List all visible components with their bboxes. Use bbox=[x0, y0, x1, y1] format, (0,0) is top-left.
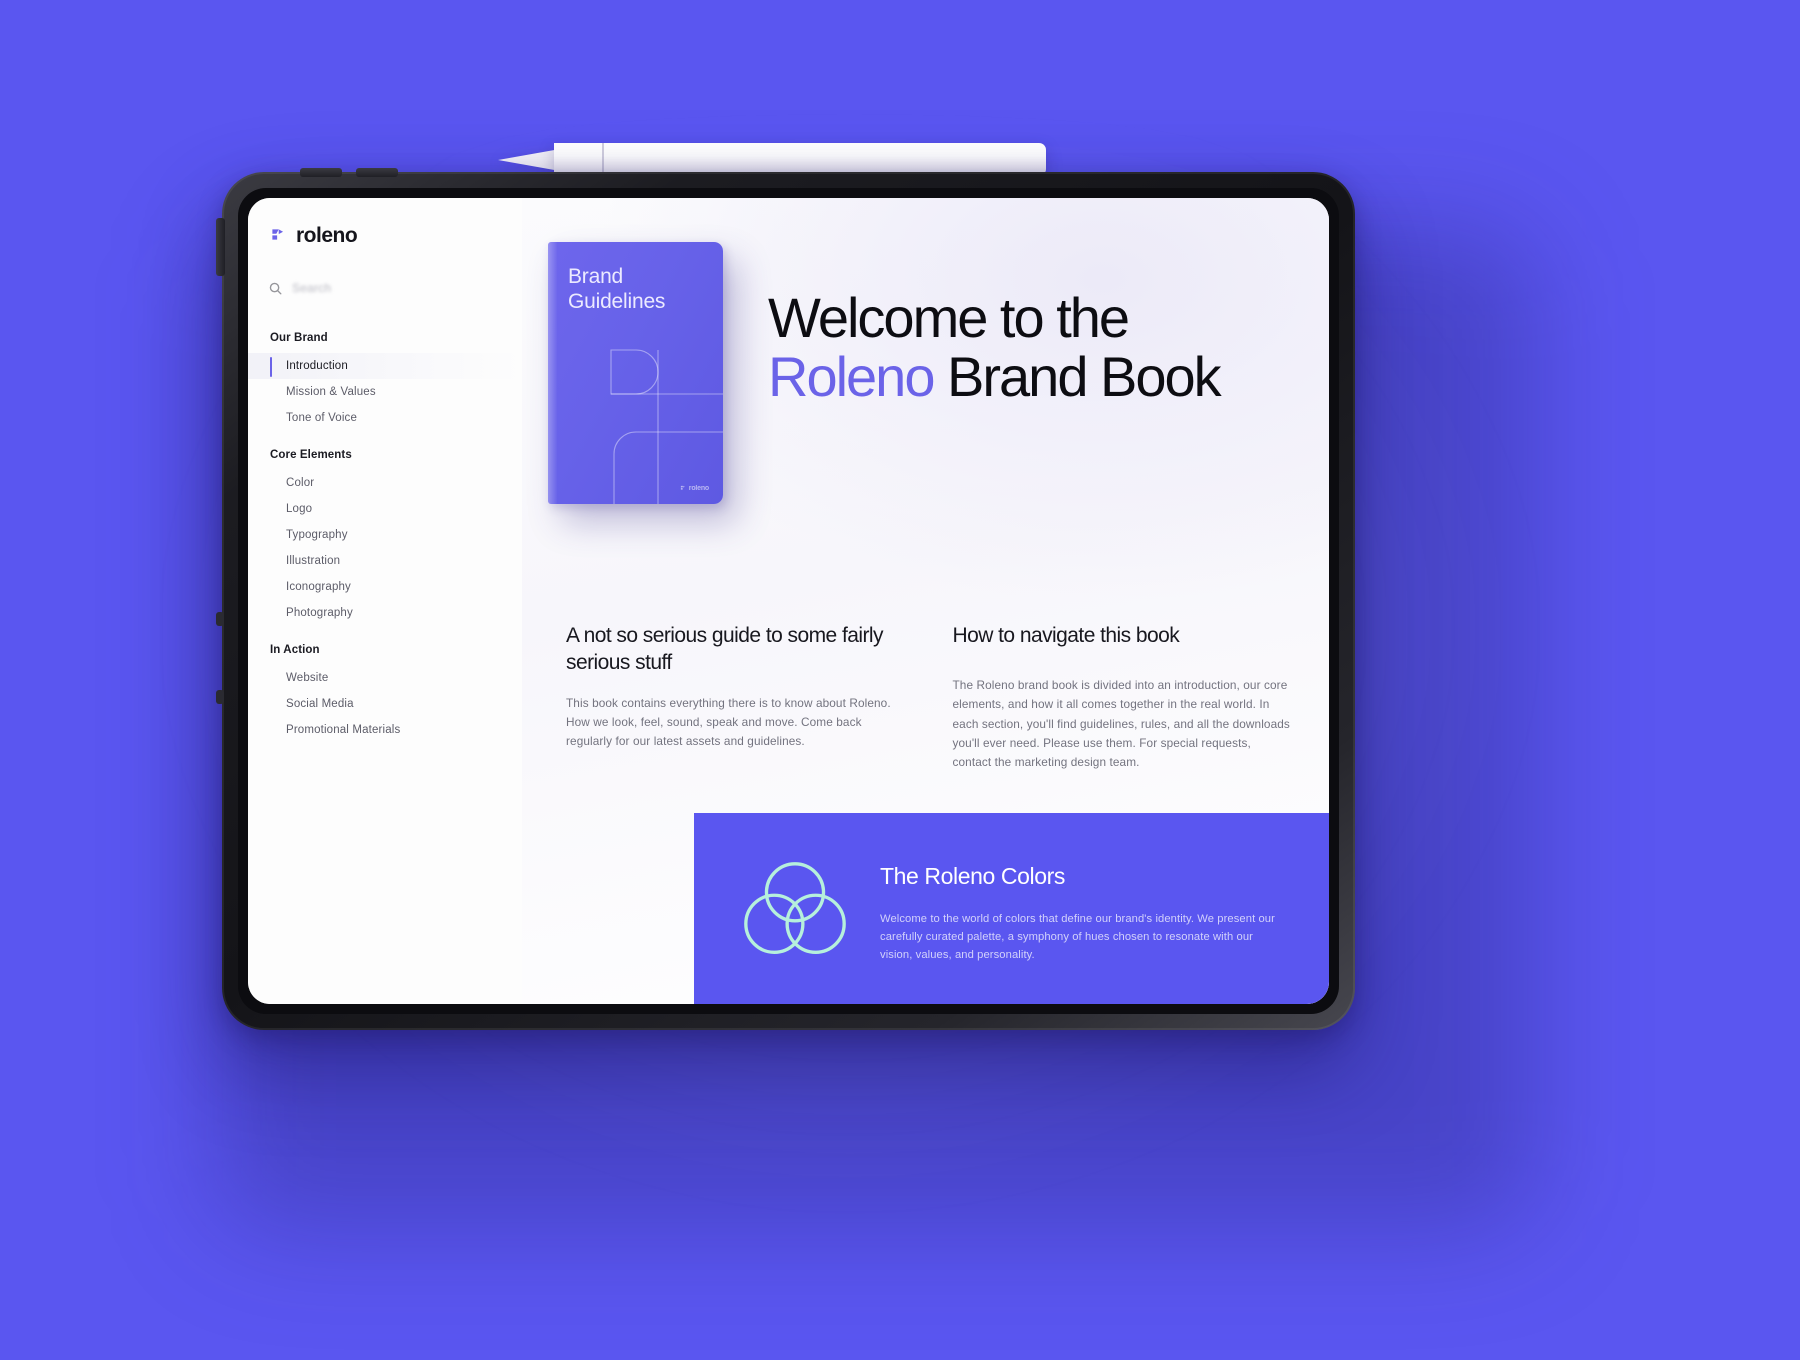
sidebar-item-label: Social Media bbox=[286, 698, 354, 710]
book-title-line2: Guidelines bbox=[568, 290, 666, 314]
brand-wordmark: roleno bbox=[296, 224, 358, 247]
hero-section: Brand Guidelines roleno Welcome to the R… bbox=[522, 198, 1329, 504]
colors-section[interactable]: The Roleno Colors Welcome to the world o… bbox=[694, 813, 1329, 1004]
book-logo: roleno bbox=[680, 485, 709, 492]
roleno-logo-mark-icon bbox=[270, 227, 289, 246]
sidebar-item-label: Website bbox=[286, 672, 329, 684]
stylus-tip bbox=[498, 149, 560, 171]
tablet-bezel: roleno Search Our Brand Introduction Mis… bbox=[238, 188, 1339, 1014]
book-logo-word: roleno bbox=[688, 485, 709, 492]
sidebar: roleno Search Our Brand Introduction Mis… bbox=[248, 198, 522, 1004]
book-title: Brand Guidelines bbox=[568, 264, 665, 314]
sidebar-item-iconography[interactable]: Iconography bbox=[248, 574, 522, 600]
side-port-left-2 bbox=[216, 690, 224, 704]
sidebar-nav: Our Brand Introduction Mission & Values … bbox=[248, 332, 522, 743]
colors-section-heading: The Roleno Colors bbox=[880, 863, 1065, 889]
left-column-heading: A not so serious guide to some fairly se… bbox=[566, 624, 884, 675]
volume-down-button[interactable] bbox=[356, 168, 398, 177]
sidebar-item-label: Iconography bbox=[286, 581, 351, 593]
sidebar-item-color[interactable]: Color bbox=[248, 470, 522, 496]
headline-line1: Welcome to the bbox=[768, 286, 1130, 349]
tablet-device: roleno Search Our Brand Introduction Mis… bbox=[222, 172, 1355, 1030]
left-column-body: This book contains everything there is t… bbox=[566, 695, 891, 748]
sidebar-item-typography[interactable]: Typography bbox=[248, 522, 522, 548]
book-spine bbox=[548, 242, 557, 504]
sidebar-item-label: Logo bbox=[286, 503, 313, 515]
sidebar-item-introduction[interactable]: Introduction bbox=[248, 353, 522, 379]
volume-up-button[interactable] bbox=[300, 168, 342, 177]
search-input[interactable]: Search bbox=[268, 274, 504, 302]
intro-column-left: A not so serious guide to some fairly se… bbox=[566, 622, 905, 772]
brand-guidelines-book: Brand Guidelines roleno bbox=[548, 242, 723, 504]
sidebar-item-website[interactable]: Website bbox=[248, 665, 522, 691]
intro-columns: A not so serious guide to some fairly se… bbox=[522, 504, 1329, 772]
colors-section-text: The Roleno Colors Welcome to the world o… bbox=[880, 849, 1285, 964]
right-column-body: The Roleno brand book is divided into an… bbox=[952, 678, 1290, 769]
nav-group-title: Our Brand bbox=[270, 332, 328, 344]
brand-logo[interactable]: roleno bbox=[248, 224, 522, 248]
sidebar-item-label: Mission & Values bbox=[286, 386, 376, 398]
sidebar-item-mission-values[interactable]: Mission & Values bbox=[248, 379, 522, 405]
sidebar-item-label: Promotional Materials bbox=[286, 724, 401, 736]
sidebar-item-illustration[interactable]: Illustration bbox=[248, 548, 522, 574]
sidebar-item-photography[interactable]: Photography bbox=[248, 600, 522, 626]
book-logo-mark-icon bbox=[680, 485, 685, 490]
main-content: Brand Guidelines roleno Welcome to the R… bbox=[522, 198, 1329, 1004]
power-button[interactable] bbox=[216, 218, 225, 276]
nav-group-in-action: In Action Website Social Media Promotion… bbox=[248, 644, 522, 743]
sidebar-item-label: Typography bbox=[286, 529, 348, 541]
headline-accent-word: Roleno bbox=[768, 345, 935, 409]
sidebar-item-label: Introduction bbox=[286, 360, 348, 372]
sidebar-item-social-media[interactable]: Social Media bbox=[248, 691, 522, 717]
nav-group-core-elements: Core Elements Color Logo Typography Illu… bbox=[248, 449, 522, 626]
search-icon bbox=[268, 281, 283, 296]
right-column-heading: How to navigate this book bbox=[952, 624, 1180, 647]
sidebar-item-logo[interactable]: Logo bbox=[248, 496, 522, 522]
book-title-line1: Brand bbox=[568, 265, 624, 288]
side-port-left bbox=[216, 612, 224, 626]
intro-column-right: How to navigate this book The Roleno bra… bbox=[953, 622, 1292, 772]
sidebar-item-label: Photography bbox=[286, 607, 353, 619]
nav-group-title: Core Elements bbox=[270, 449, 352, 461]
nav-group-our-brand: Our Brand Introduction Mission & Values … bbox=[248, 332, 522, 431]
headline-line2-rest: Brand Book bbox=[933, 345, 1222, 409]
sidebar-item-promotional-materials[interactable]: Promotional Materials bbox=[248, 717, 522, 743]
sidebar-item-label: Illustration bbox=[286, 555, 341, 567]
page-title: Welcome to the Roleno Brand Book bbox=[754, 238, 1295, 407]
tablet-screen: roleno Search Our Brand Introduction Mis… bbox=[248, 198, 1329, 1004]
venn-circles-icon bbox=[736, 851, 854, 974]
search-placeholder: Search bbox=[292, 281, 332, 295]
book-cover-image: Brand Guidelines roleno bbox=[548, 242, 730, 504]
sidebar-item-tone-of-voice[interactable]: Tone of Voice bbox=[248, 405, 522, 431]
sidebar-item-label: Tone of Voice bbox=[286, 412, 358, 424]
sidebar-item-label: Color bbox=[286, 477, 315, 489]
nav-group-title: In Action bbox=[270, 644, 320, 656]
colors-section-body: Welcome to the world of colors that defi… bbox=[880, 913, 1275, 962]
